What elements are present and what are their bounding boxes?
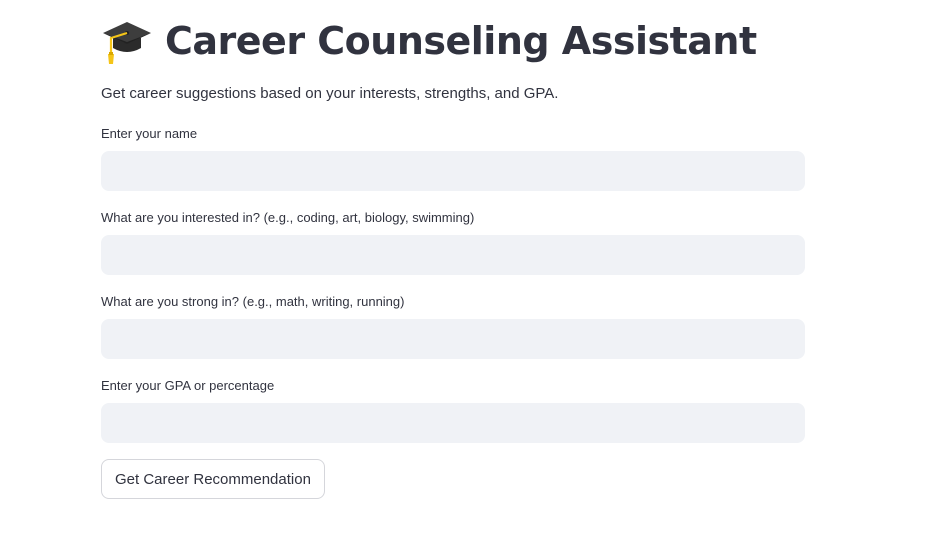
name-input[interactable] (101, 151, 805, 191)
gpa-input[interactable] (101, 403, 805, 443)
get-career-recommendation-button[interactable]: Get Career Recommendation (101, 459, 325, 499)
gpa-label: Enter your GPA or percentage (101, 378, 275, 393)
interests-label: What are you interested in? (e.g., codin… (101, 210, 475, 225)
strengths-input[interactable] (101, 319, 805, 359)
strengths-label: What are you strong in? (e.g., math, wri… (101, 294, 405, 309)
page-subtitle: Get career suggestions based on your int… (101, 85, 559, 102)
page-title: Career Counseling Assistant (165, 19, 757, 63)
interests-input[interactable] (101, 235, 805, 275)
name-label: Enter your name (101, 126, 198, 141)
graduation-cap-icon (101, 16, 153, 66)
page-header: Career Counseling Assistant (101, 14, 757, 68)
